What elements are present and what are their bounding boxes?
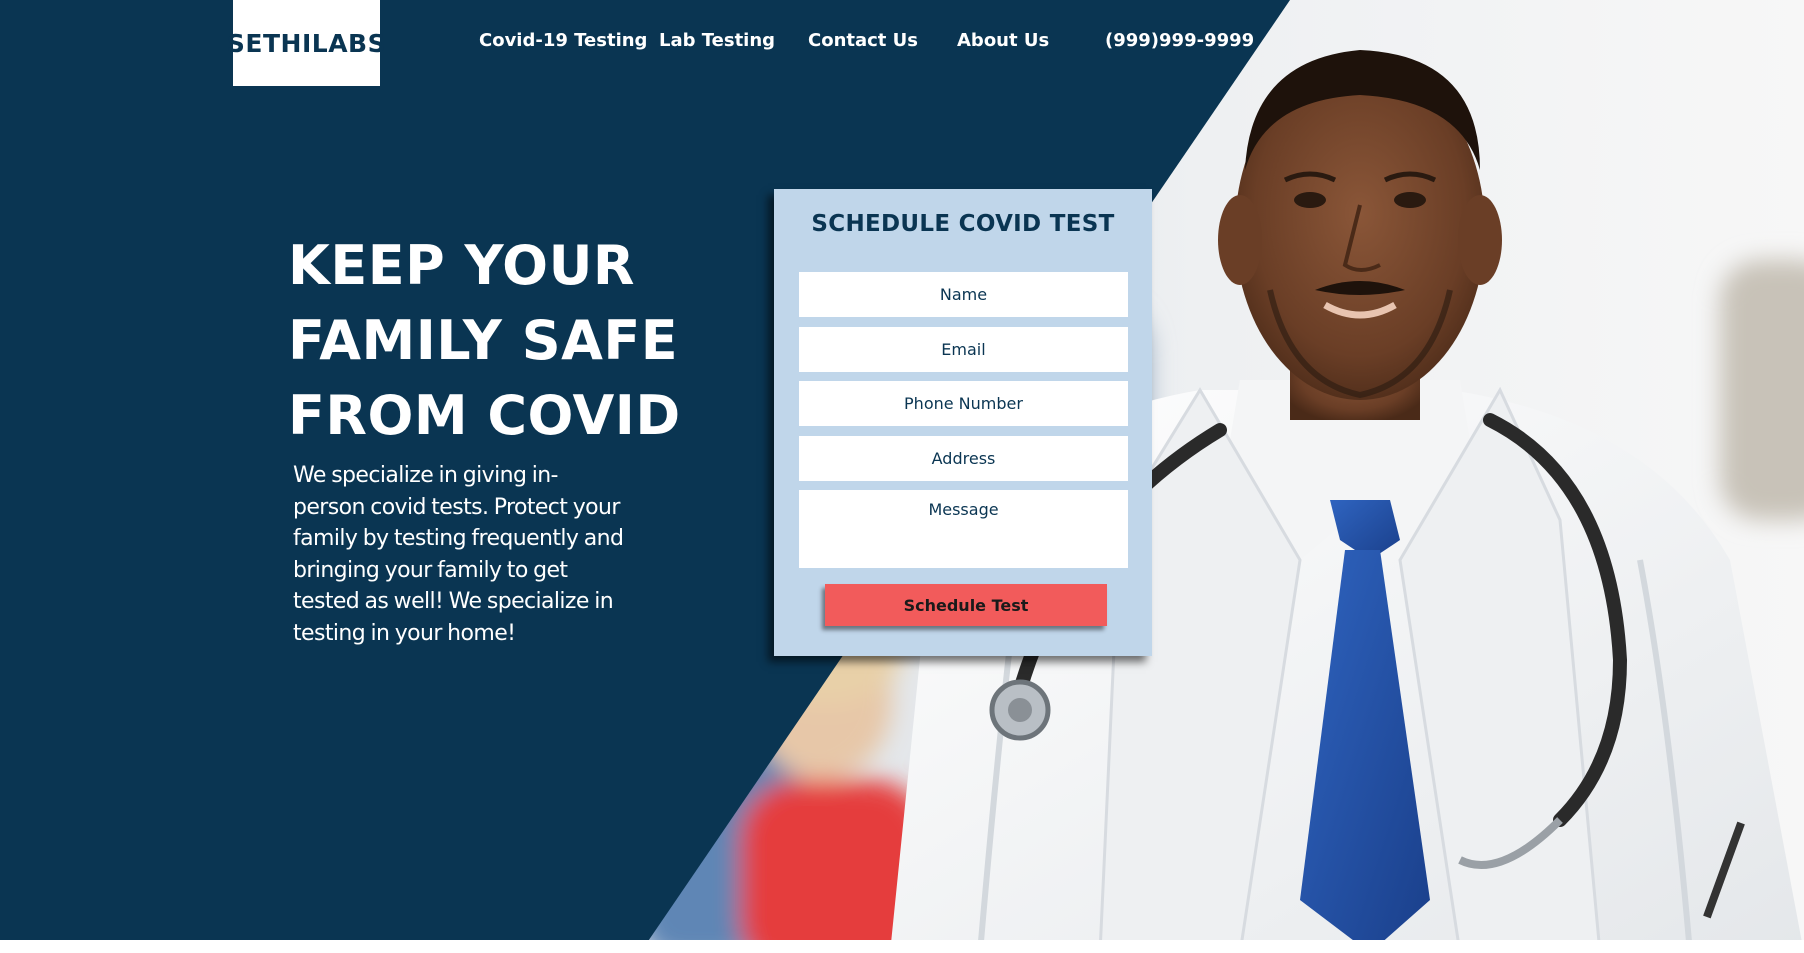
nav-lab-testing[interactable]: Lab Testing [659,30,775,51]
nav-contact-us[interactable]: Contact Us [808,30,918,51]
email-input[interactable] [799,327,1128,372]
name-input[interactable] [799,272,1128,317]
address-input[interactable] [799,436,1128,481]
hero-heading-line: KEEP YOUR [288,234,636,297]
logo-text: SETHILABS [226,28,387,58]
message-textarea[interactable] [799,490,1128,568]
hero-heading-line: FAMILY SAFE [288,309,679,372]
schedule-test-button[interactable]: Schedule Test [825,584,1107,626]
hero-heading: KEEP YOUR FAMILY SAFE FROM COVID [288,228,688,453]
nav-about-us[interactable]: About Us [957,30,1049,51]
nav-covid-19-testing[interactable]: Covid-19 Testing [479,30,647,51]
form-title: SCHEDULE COVID TEST [811,211,1115,237]
logo[interactable]: SETHILABS [227,0,386,86]
bottom-strip [0,940,1804,953]
schedule-test-form: SCHEDULE COVID TEST Schedule Test [774,189,1152,656]
hero-heading-line: FROM COVID [288,384,681,447]
hero-description: We specialize in giving in-person covid … [293,463,624,646]
landing-page: SETHILABS Covid-19 Testing Lab Testing C… [0,0,1804,953]
nav-phone-number[interactable]: (999)999-9999 [1105,30,1254,51]
phone-number-input[interactable] [799,381,1128,426]
